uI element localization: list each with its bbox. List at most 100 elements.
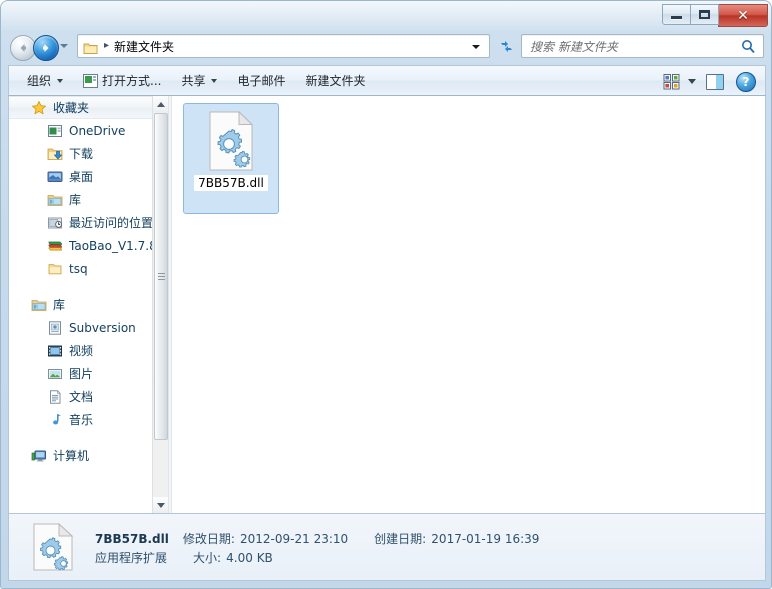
chevron-down-icon: [211, 78, 218, 83]
sidebar-group-label: 库: [53, 297, 66, 312]
music-icon: [47, 412, 63, 428]
sidebar-item-label: Subversion: [69, 320, 136, 335]
breadcrumb-current-folder[interactable]: 新建文件夹: [114, 38, 174, 55]
file-name-label: 7BB57B.dll: [194, 175, 268, 191]
star-icon: [31, 100, 47, 116]
details-size-value: 4.00 KB: [226, 551, 273, 565]
sidebar-item-recent-places[interactable]: 最近访问的位置: [9, 211, 157, 234]
toolbar-item-label: 组织: [27, 74, 52, 88]
subversion-icon: [47, 320, 63, 336]
sidebar-item-label: 音乐: [69, 412, 94, 427]
sidebar-item-tsq[interactable]: tsq: [9, 257, 157, 280]
scrollbar-thumb[interactable]: [154, 113, 168, 440]
folder-icon: [83, 40, 98, 54]
address-bar[interactable]: ▸ 新建文件夹: [77, 34, 490, 58]
sidebar-item-pictures[interactable]: 图片: [9, 362, 157, 385]
dll-gear-icon: [207, 110, 255, 171]
details-file-type: 应用程序扩展: [95, 551, 168, 565]
search-box[interactable]: 搜索 新建文件夹: [521, 34, 764, 58]
title-bar: ✕: [1, 1, 771, 30]
view-options-chevron-icon[interactable]: [688, 79, 696, 84]
search-icon[interactable]: [741, 39, 756, 54]
toolbar-email-button[interactable]: 电子邮件: [229, 69, 293, 93]
details-pane: 7BB57B.dll 修改日期: 2012-09-21 23:10 创建日期: …: [8, 513, 766, 581]
toolbar-item-label: 共享: [181, 74, 206, 88]
sidebar-item-label: 图片: [69, 366, 94, 381]
scroll-up-button[interactable]: [153, 96, 168, 112]
toolbar-open-with-button[interactable]: 打开方式...: [75, 69, 169, 93]
library-icon: [47, 192, 63, 208]
forward-arrow-icon: [43, 44, 49, 52]
sidebar-item-label: TaoBao_V1.7.8.: [69, 238, 161, 253]
sidebar-scrollbar[interactable]: [152, 96, 168, 513]
minimize-icon: [671, 16, 682, 19]
file-item-7bb57b-dll[interactable]: 7BB57B.dll: [183, 103, 279, 214]
navigation-pane: 收藏夹 OneDrive 下载 桌面 库 最近访问的位置 TaoBao_V1.7…: [9, 96, 168, 513]
toolbar-right-group: ?: [662, 70, 759, 93]
sidebar-group-computer[interactable]: 计算机: [9, 444, 157, 467]
sidebar-group-favorites[interactable]: 收藏夹: [9, 96, 157, 119]
sidebar-item-label: 库: [69, 192, 82, 207]
address-bar-row: ▸ 新建文件夹 搜索 新建文件夹: [1, 30, 771, 65]
scrollbar-grip-icon: [158, 272, 165, 281]
library-icon: [31, 297, 47, 313]
sidebar-item-documents[interactable]: 文档: [9, 385, 157, 408]
search-input[interactable]: 搜索 新建文件夹: [530, 38, 618, 55]
explorer-body: 收藏夹 OneDrive 下载 桌面 库 最近访问的位置 TaoBao_V1.7…: [8, 96, 766, 513]
scroll-down-button[interactable]: [153, 497, 168, 513]
sidebar-group-label: 收藏夹: [53, 100, 90, 115]
sidebar-item-music[interactable]: 音乐: [9, 408, 157, 431]
sidebar-item-label: 视频: [69, 343, 94, 358]
help-icon[interactable]: ?: [736, 71, 756, 92]
toolbar-item-label: 打开方式...: [102, 74, 162, 88]
chevron-down-icon: [57, 78, 64, 83]
preview-pane-icon[interactable]: [706, 73, 724, 90]
history-dropdown-icon[interactable]: [60, 44, 68, 48]
sidebar-item-label: OneDrive: [69, 123, 126, 138]
toolbar-share-button[interactable]: 共享: [173, 69, 225, 93]
maximize-button[interactable]: [690, 4, 719, 25]
documents-icon: [47, 389, 63, 405]
details-created-label: 创建日期:: [374, 532, 427, 546]
sidebar-item-label: 最近访问的位置: [69, 215, 154, 230]
close-button[interactable]: ✕: [718, 4, 768, 27]
help-label: ?: [742, 74, 750, 89]
downloads-icon: [47, 146, 63, 162]
path-separator: ▸: [104, 40, 110, 51]
folder-icon: [47, 261, 63, 277]
close-icon: ✕: [737, 7, 749, 24]
details-file-name: 7BB57B.dll: [95, 532, 169, 546]
sidebar-item-subversion[interactable]: Subversion: [9, 316, 157, 339]
sidebar-group-libraries[interactable]: 库: [9, 293, 157, 316]
details-created-value: 2017-01-19 16:39: [431, 532, 540, 546]
sidebar-item-library-fav[interactable]: 库: [9, 188, 157, 211]
videos-icon: [47, 343, 63, 359]
sidebar-item-desktop[interactable]: 桌面: [9, 165, 157, 188]
sidebar-item-label: tsq: [69, 261, 88, 276]
minimize-button[interactable]: [662, 4, 691, 25]
explorer-window: ✕ ▸ 新建文件夹 搜索 新建文件夹 组织 打开方式... 共享 电子邮件 新建…: [0, 0, 772, 589]
pane-splitter[interactable]: [168, 96, 172, 513]
view-options-icon[interactable]: [662, 73, 682, 91]
refresh-button[interactable]: [496, 36, 516, 56]
sidebar-item-onedrive[interactable]: OneDrive: [9, 119, 157, 142]
open-with-icon: [83, 73, 99, 88]
desktop-icon: [47, 169, 63, 185]
sidebar-item-downloads[interactable]: 下载: [9, 142, 157, 165]
sidebar-item-videos[interactable]: 视频: [9, 339, 157, 362]
sidebar-group-label: 计算机: [53, 448, 90, 463]
refresh-icon: [500, 40, 512, 52]
sidebar-item-taobao-archive[interactable]: TaoBao_V1.7.8.: [9, 234, 161, 257]
toolbar-organize-button[interactable]: 组织: [19, 69, 71, 93]
back-arrow-icon: [20, 44, 26, 52]
navigation-tree: 收藏夹 OneDrive 下载 桌面 库 最近访问的位置 TaoBao_V1.7…: [9, 96, 161, 467]
chevron-down-icon[interactable]: [472, 45, 480, 49]
command-toolbar: 组织 打开方式... 共享 电子邮件 新建文件夹 ?: [8, 65, 766, 96]
toolbar-new-folder-button[interactable]: 新建文件夹: [298, 69, 374, 93]
triangle-up-icon: [157, 101, 165, 107]
sidebar-item-label: 下载: [69, 146, 94, 161]
forward-button[interactable]: [33, 35, 59, 61]
restore-icon: [699, 10, 710, 19]
